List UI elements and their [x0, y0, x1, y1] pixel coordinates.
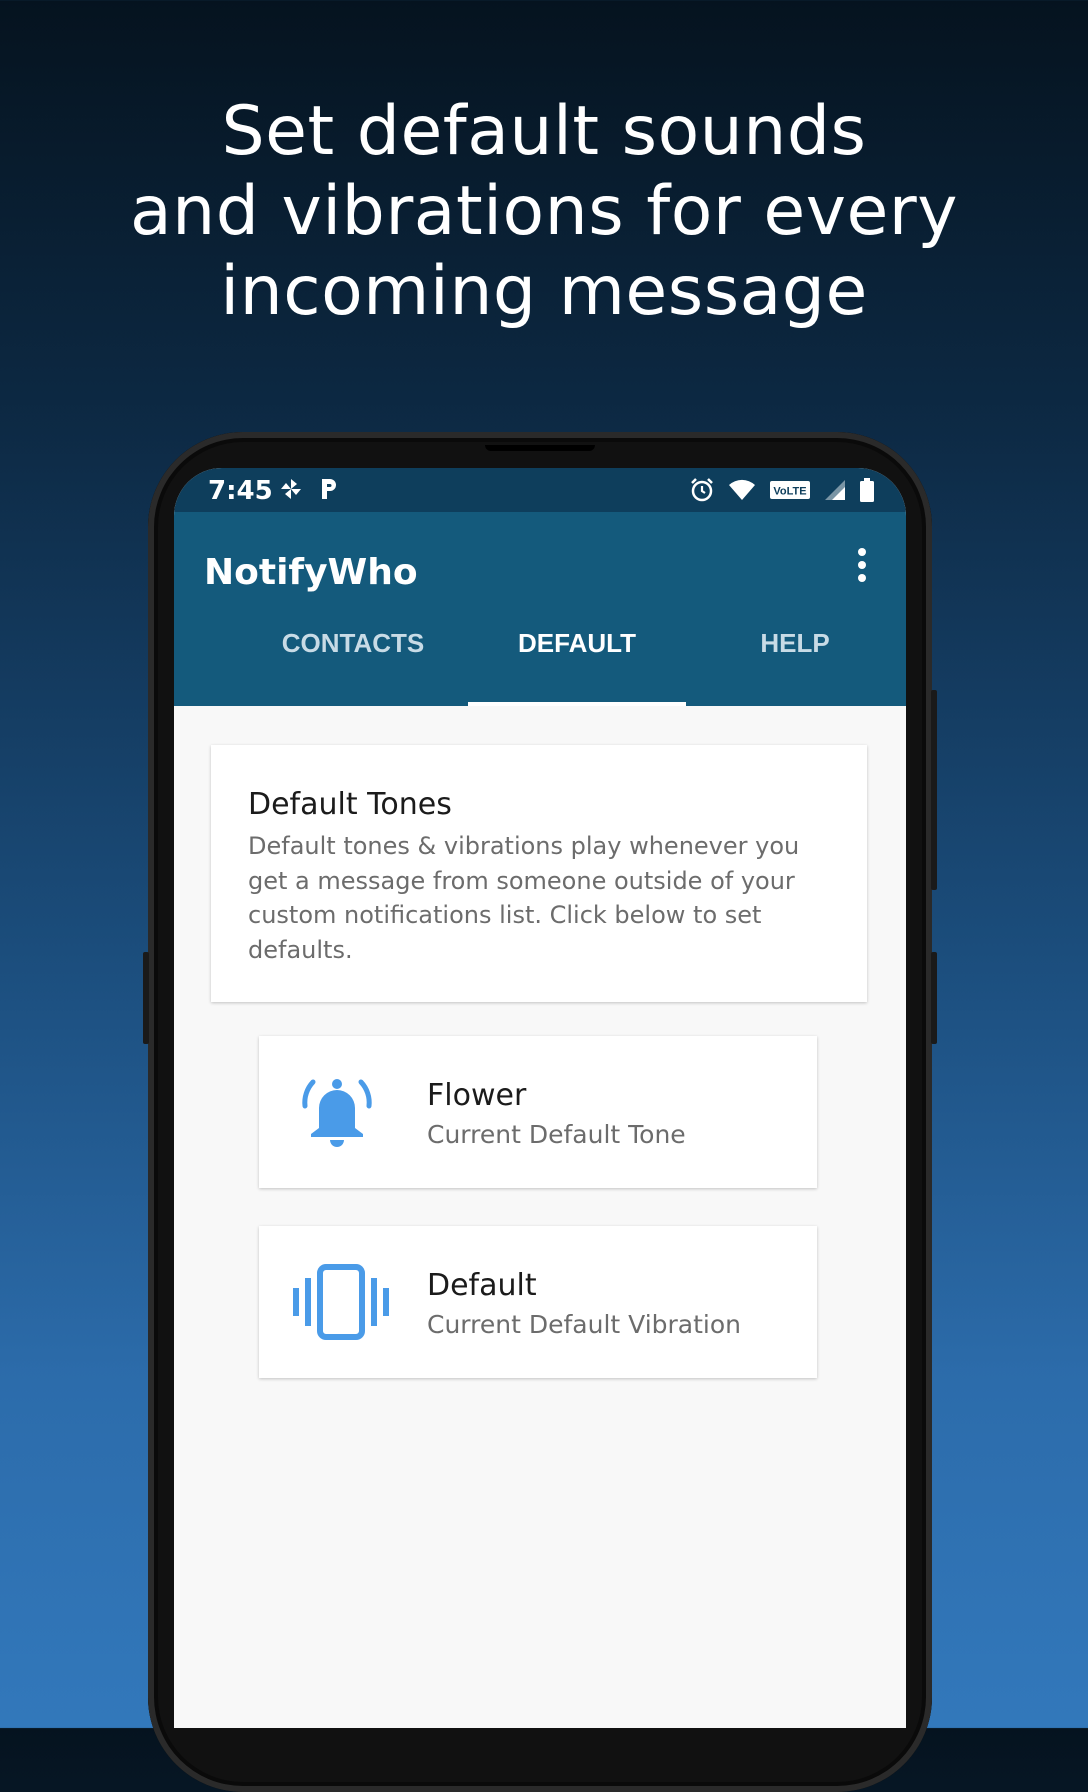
phone-speaker-notch — [485, 445, 595, 451]
app-title: NotifyWho — [204, 552, 418, 593]
status-right-icons: VoLTE — [690, 477, 874, 508]
status-time: 7:45 — [208, 476, 273, 506]
headline-line-2: and vibrations for every — [130, 172, 958, 251]
default-vibration-option[interactable]: Default Current Default Vibration — [259, 1226, 817, 1378]
headline-line-1: Set default sounds — [221, 92, 867, 171]
more-vert-icon[interactable] — [852, 548, 872, 588]
bell-ringing-icon — [295, 1070, 379, 1154]
promo-headline: Set default sounds and vibrations for ev… — [0, 92, 1088, 332]
vibration-name: Default — [427, 1268, 537, 1303]
tab-default[interactable]: DEFAULT — [468, 616, 686, 706]
info-card-title: Default Tones — [248, 787, 452, 822]
vibration-subtitle: Current Default Vibration — [427, 1310, 741, 1339]
tone-name: Flower — [427, 1078, 527, 1113]
app-bar: NotifyWho CONTACTS DEFAULT HELP — [174, 512, 906, 706]
tab-selected-indicator — [468, 702, 686, 706]
parking-icon — [318, 476, 340, 507]
phone-side-button-right-bottom — [931, 952, 937, 1044]
tab-contacts[interactable]: CONTACTS — [244, 616, 462, 706]
vibration-icon — [293, 1260, 389, 1344]
battery-icon — [860, 478, 874, 507]
phone-side-button-right-top — [931, 690, 937, 890]
headline-line-3: incoming message — [220, 252, 868, 331]
default-tones-info-card: Default Tones Default tones & vibrations… — [211, 745, 867, 1002]
signal-icon — [824, 479, 846, 506]
phone-screen: 7:45 VoLTE NotifyWho CONTACTS DEFAULT HE… — [174, 468, 906, 1728]
volte-icon: VoLTE — [770, 481, 810, 504]
svg-text:VoLTE: VoLTE — [773, 486, 806, 498]
alarm-icon — [690, 477, 714, 508]
status-left-icons — [278, 476, 340, 507]
tab-help[interactable]: HELP — [686, 616, 904, 706]
tone-subtitle: Current Default Tone — [427, 1120, 686, 1149]
default-tone-option[interactable]: Flower Current Default Tone — [259, 1036, 817, 1188]
pinwheel-icon — [278, 476, 304, 507]
phone-side-button-left — [143, 952, 149, 1044]
info-card-text: Default tones & vibrations play whenever… — [248, 832, 800, 964]
status-bar: 7:45 VoLTE — [174, 468, 906, 512]
wifi-icon — [728, 479, 756, 506]
